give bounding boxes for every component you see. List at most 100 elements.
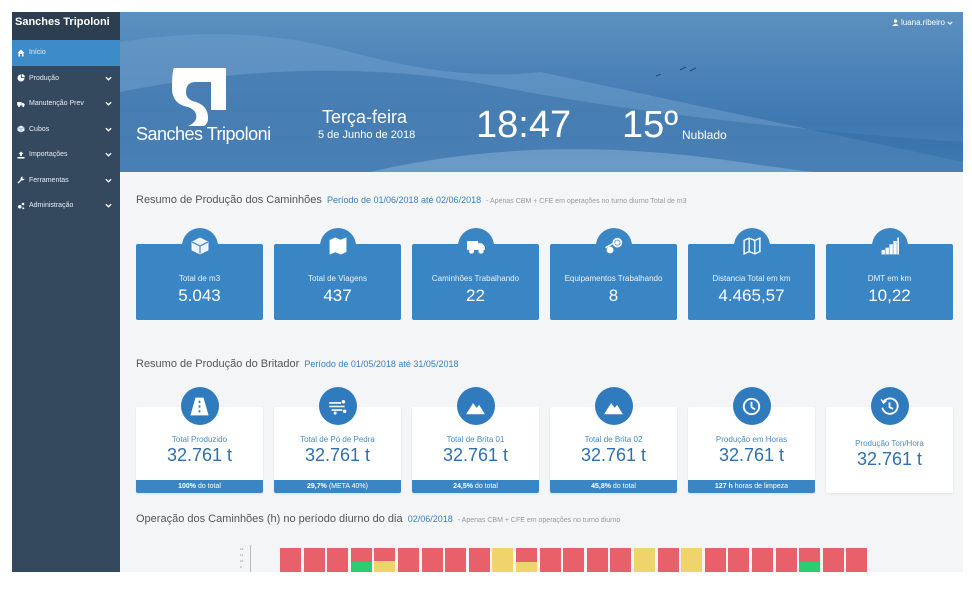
signal-bars-icon (871, 228, 908, 264)
map-icon (319, 228, 356, 264)
crusher-stat-card: Total de Brita 02 32.761 t 45,8% do total (550, 387, 677, 493)
operation-bar (280, 548, 301, 572)
operation-bar (539, 548, 561, 572)
y-axis-line (250, 545, 251, 572)
stat-footer-value: 45,8% (591, 483, 611, 490)
sidebar-item-importa-es[interactable]: Importações (12, 142, 120, 168)
operation-bar-segment (374, 561, 396, 572)
y-tick-label: 11 (240, 553, 244, 557)
stat-label: Equipamentos Trabalhando (564, 274, 663, 283)
stat-value: 8 (608, 286, 619, 305)
stat-value: 437 (323, 286, 352, 305)
sidebar-item-label: Ferramentas (29, 176, 69, 184)
chevron-down-icon (105, 100, 112, 107)
pie-chart-icon (17, 74, 25, 82)
truck-stat-card: Distancia Total em km 4.465,57 (688, 228, 815, 320)
chevron-down-icon (105, 202, 112, 209)
brand-title: Sanches Tripoloni (12, 12, 120, 40)
cube-icon (181, 228, 218, 264)
stat-label: Produção Ton/Hora (855, 439, 924, 448)
sidebar-item-in-cio[interactable]: Início (12, 40, 120, 66)
operation-bar (492, 548, 514, 572)
operation-bar-segment (799, 562, 821, 572)
wrench-icon (16, 176, 25, 185)
operation-bar (374, 548, 396, 572)
operation-bar (775, 548, 797, 572)
stat-label: Total de Viagens (307, 274, 367, 283)
cogs-icon (16, 201, 25, 210)
stat-label: Total de Brita 02 (584, 435, 643, 444)
chevron-down-icon (105, 126, 112, 133)
sidebar-item-ferramentas[interactable]: Ferramentas (12, 168, 120, 194)
operation-bar (327, 548, 349, 572)
road-icon (190, 397, 209, 415)
cube-icon (191, 237, 208, 255)
user-menu[interactable]: luana.ribeiro (892, 18, 955, 27)
crusher-stat-card: Produção Ton/Hora 32.761 t (826, 387, 953, 493)
stat-label: DMT em km (867, 274, 912, 283)
operation-bar (610, 548, 632, 572)
crusher-period: Período de 01/05/2018 até 31/05/2018 (304, 359, 459, 369)
truck-icon (16, 99, 25, 108)
chevron-down-icon (105, 177, 112, 184)
user-icon (892, 19, 899, 26)
chevron-down-icon (105, 75, 112, 82)
dashboard-app: Sanches Tripoloni Início Produção Manutenç… (12, 12, 963, 572)
truck-stat-card: Total de m3 5.043 (136, 228, 263, 320)
stat-footer-text: do total (612, 483, 636, 490)
stat-label: Total Produzido (171, 435, 228, 444)
operations-date: 02/06/2018 (407, 514, 453, 524)
truck-stat-card: DMT em km 10,22 (826, 228, 953, 320)
stat-value: 32.761 t (856, 449, 923, 469)
stat-label: Produção em Horas (715, 435, 788, 444)
operations-chart: 12 11 10 9 (240, 545, 868, 572)
cogs-icon (17, 202, 24, 209)
crusher-stat-card: Produção em Horas 32.761 t 127 h horas de … (688, 387, 815, 493)
operation-bar (586, 548, 608, 572)
stat-footer-text: horas de limpeza (734, 483, 789, 490)
operation-bar (468, 548, 490, 572)
sidebar-item-cubos[interactable]: Cubos (12, 117, 120, 143)
operation-bar (421, 548, 443, 572)
stat-value: 10,22 (868, 286, 911, 305)
cube-icon (16, 125, 25, 133)
temperature: 15º (622, 104, 679, 146)
sidebar-item-manuten-o-prev[interactable]: Manutenção Prev (12, 91, 120, 117)
mountain-icon (594, 387, 633, 425)
stat-label: Total de Brita 01 (446, 435, 505, 444)
operation-bar (445, 548, 467, 572)
stat-footer-text: do total (474, 483, 498, 490)
sidebar-item-label: Manutenção Prev (29, 100, 84, 108)
weekday-label: Terça-feira (322, 107, 408, 127)
stat-footer-value: 29,7% (307, 483, 327, 490)
stat-label: Total de Pó de Pedra (300, 435, 375, 444)
operation-bar (303, 548, 325, 572)
operation-bar (752, 548, 773, 572)
sidebar-item-administra-o[interactable]: Administração (12, 193, 120, 219)
sidebar-item-label: Início (29, 49, 46, 57)
operation-bar (350, 548, 372, 572)
chevron-down-icon (105, 151, 112, 158)
upload-icon (16, 150, 25, 159)
operation-bar-segment (350, 562, 372, 572)
truck-icon (466, 240, 485, 254)
sidebar-item-label: Importações (29, 151, 68, 159)
signal-bars-icon (881, 237, 899, 255)
stat-footer: 45,8% do total (550, 480, 677, 493)
truck-icon (16, 101, 25, 107)
sidebar-item-produ-o[interactable]: Produção (12, 66, 120, 92)
trucks-title-text: Resumo de Produção dos Caminhões (136, 194, 322, 206)
stat-value: 4.465,57 (718, 286, 785, 305)
sidebar-item-label: Produção (29, 74, 59, 82)
operations-title-text: Operação dos Caminhões (h) no período di… (136, 513, 403, 525)
crusher-stat-card: Total de Brita 01 32.761 t 24,5% do total (412, 387, 539, 493)
dust-icon (318, 387, 357, 425)
trucks-note: - Apenas CBM + CFE em operações no turno… (486, 198, 687, 205)
truck-stat-card: Equipamentos Trabalhando 8 (550, 228, 677, 320)
steam-icon (595, 228, 632, 264)
operation-bar (634, 548, 655, 572)
mountain-icon (456, 387, 495, 425)
operation-bar-segment (516, 562, 537, 572)
clock-history-icon (880, 396, 899, 415)
y-tick-label: 10 (240, 559, 244, 563)
